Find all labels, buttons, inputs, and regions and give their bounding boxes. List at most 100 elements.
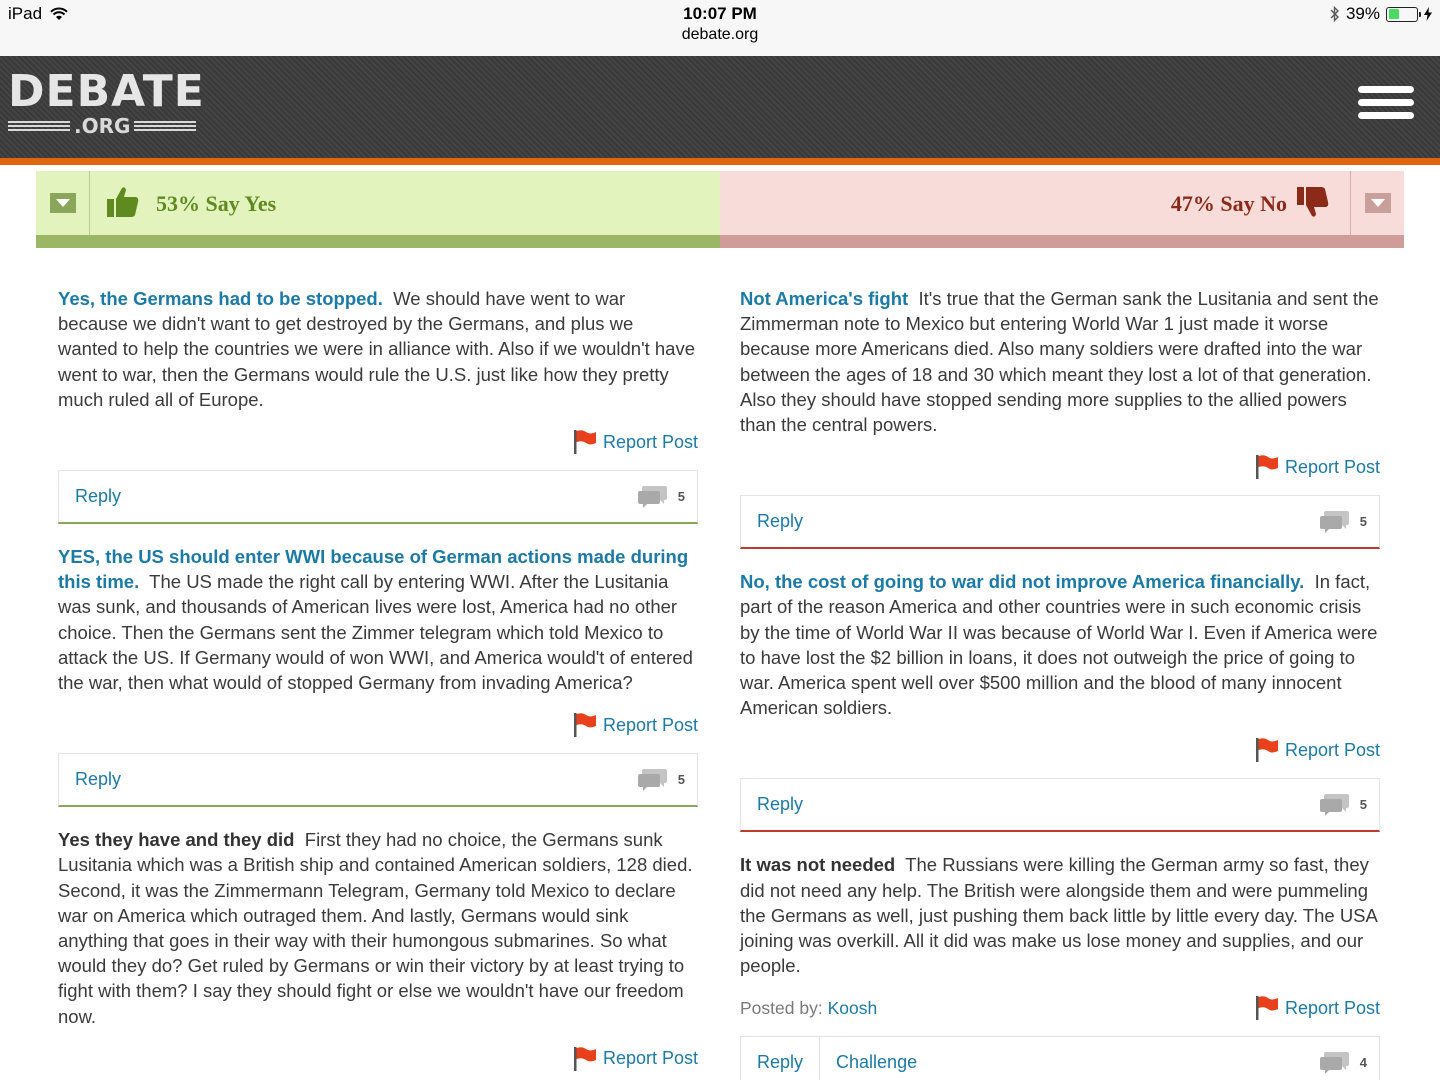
- comment-bubbles-icon: [1319, 1051, 1349, 1074]
- battery-fill: [1388, 9, 1400, 19]
- report-post-label: Report Post: [1284, 997, 1380, 1018]
- site-logo[interactable]: DEBATE .ORG: [8, 70, 205, 136]
- report-row: Posted by: Koosh Report Post: [740, 990, 1380, 1026]
- report-post-button[interactable]: Report Post: [1255, 995, 1380, 1021]
- argument-card: Yes they have and they did First they ha…: [58, 827, 698, 1077]
- report-post-button[interactable]: Report Post: [573, 712, 698, 738]
- reply-bar: Reply 5: [58, 470, 698, 525]
- logo-sub-text: .ORG: [74, 114, 131, 138]
- reply-button[interactable]: Reply: [75, 486, 121, 507]
- report-row: Report Post: [740, 449, 1380, 485]
- site-header: DEBATE .ORG: [0, 56, 1440, 158]
- status-right: 39%: [1330, 4, 1432, 24]
- reply-actions: Reply Challenge: [757, 1037, 917, 1080]
- logo-lines-right: [134, 121, 197, 131]
- report-post-button[interactable]: Report Post: [573, 1046, 698, 1072]
- reply-button[interactable]: Reply: [757, 794, 803, 815]
- vote-no-panel[interactable]: 47% Say No: [720, 171, 1404, 248]
- battery-percent: 39%: [1345, 4, 1380, 23]
- comment-count-value: 5: [1359, 514, 1367, 530]
- argument-text: It was not needed The Russians were kill…: [740, 852, 1380, 978]
- report-post-label: Report Post: [602, 431, 698, 452]
- reply-bar: Reply 5: [740, 495, 1380, 550]
- argument-text: Not America's fight It's true that the G…: [740, 286, 1380, 437]
- flag-icon: [573, 713, 596, 738]
- report-post-label: Report Post: [602, 714, 698, 735]
- argument-title[interactable]: Not America's fight: [740, 288, 908, 309]
- comment-bubbles-icon: [637, 485, 667, 508]
- flag-icon: [1255, 738, 1278, 763]
- yes-arguments-column: Yes, the Germans had to be stopped. We s…: [58, 286, 698, 1080]
- argument-text: No, the cost of going to war did not imp…: [740, 569, 1380, 720]
- comment-count-value: 5: [677, 772, 685, 788]
- clock: 10:07 PM: [683, 4, 757, 23]
- comment-bubbles-icon: [637, 768, 667, 791]
- reply-button[interactable]: Reply: [757, 1052, 803, 1073]
- status-center: 10:07 PM debate.org: [0, 4, 1440, 46]
- vote-yes-panel[interactable]: 53% Say Yes: [36, 171, 720, 248]
- no-arguments-column: Not America's fight It's true that the G…: [740, 286, 1380, 1080]
- argument-body: In fact, part of the reason America and …: [740, 571, 1378, 719]
- comments-count[interactable]: 4: [1319, 1051, 1367, 1075]
- report-row: Report Post: [58, 424, 698, 460]
- argument-body: It's true that the German sank the Lusit…: [740, 288, 1379, 436]
- flag-icon: [1255, 455, 1278, 480]
- reply-bar: Reply 5: [740, 778, 1380, 833]
- argument-title: Yes they have and they did: [58, 829, 295, 851]
- chevron-down-icon: [1364, 193, 1391, 213]
- argument-text: Yes, the Germans had to be stopped. We s…: [58, 286, 698, 412]
- comment-count-value: 5: [1359, 797, 1367, 813]
- comments-count[interactable]: 5: [1319, 793, 1367, 817]
- bluetooth-icon: [1330, 6, 1339, 22]
- argument-card: YES, the US should enter WWI because of …: [58, 544, 698, 808]
- flag-icon: [1255, 996, 1278, 1021]
- posted-by: Posted by: Koosh: [740, 998, 877, 1019]
- comment-count-value: 5: [677, 489, 685, 505]
- logo-sub: .ORG: [8, 116, 205, 136]
- report-post-button[interactable]: Report Post: [1255, 737, 1380, 763]
- report-post-label: Report Post: [602, 1048, 698, 1069]
- yes-dropdown-button[interactable]: [36, 171, 90, 235]
- argument-card: Yes, the Germans had to be stopped. We s…: [58, 286, 698, 525]
- comments-count[interactable]: 5: [1319, 510, 1367, 534]
- yes-percentage-label: 53% Say Yes: [156, 191, 277, 216]
- report-row: Report Post: [58, 1041, 698, 1077]
- header-accent-bar: [0, 158, 1440, 165]
- no-percentage-label: 47% Say No: [1170, 191, 1287, 216]
- posted-by-user-link[interactable]: Koosh: [828, 998, 878, 1018]
- report-post-button[interactable]: Report Post: [573, 429, 698, 455]
- report-row: Report Post: [58, 707, 698, 743]
- argument-card: No, the cost of going to war did not imp…: [740, 569, 1380, 833]
- report-post-label: Report Post: [1284, 739, 1380, 760]
- hamburger-menu-icon[interactable]: [1358, 86, 1414, 126]
- report-post-label: Report Post: [1284, 456, 1380, 477]
- reply-bar: Reply 5: [58, 753, 698, 808]
- reply-button[interactable]: Reply: [757, 511, 803, 532]
- logo-main-text: DEBATE: [8, 66, 205, 117]
- comments-count[interactable]: 5: [637, 768, 685, 792]
- report-row: Report Post: [740, 732, 1380, 768]
- argument-title[interactable]: No, the cost of going to war did not imp…: [740, 571, 1304, 592]
- url-label[interactable]: debate.org: [0, 24, 1440, 46]
- logo-lines-left: [8, 121, 70, 131]
- battery-icon: [1386, 6, 1421, 22]
- comment-bubbles-icon: [1319, 510, 1349, 533]
- argument-text: Yes they have and they did First they ha…: [58, 827, 698, 1029]
- posted-by-label: Posted by:: [740, 997, 823, 1018]
- report-post-button[interactable]: Report Post: [1255, 454, 1380, 480]
- challenge-button[interactable]: Challenge: [819, 1037, 917, 1080]
- thumbs-down-icon: [1297, 187, 1329, 217]
- flag-icon: [573, 1046, 596, 1071]
- reply-button[interactable]: Reply: [75, 769, 121, 790]
- argument-title: It was not needed: [740, 854, 896, 876]
- thumbs-up-icon: [107, 187, 139, 217]
- argument-body: The US made the right call by entering W…: [58, 571, 693, 694]
- ios-status-bar: iPad 10:07 PM debate.org 39%: [0, 0, 1440, 56]
- comment-bubbles-icon: [1319, 793, 1349, 816]
- argument-title[interactable]: Yes, the Germans had to be stopped.: [58, 288, 383, 309]
- no-dropdown-button[interactable]: [1350, 171, 1404, 235]
- comment-count-value: 4: [1359, 1055, 1367, 1071]
- comments-count[interactable]: 5: [637, 485, 685, 509]
- argument-body: First they had no choice, the Germans su…: [58, 829, 693, 1027]
- flag-icon: [573, 430, 596, 455]
